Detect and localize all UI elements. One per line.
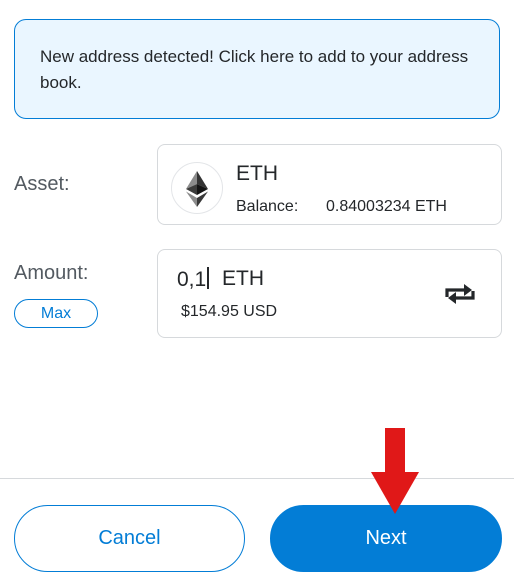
- amount-unit: ETH: [222, 267, 264, 290]
- down-arrow-annotation-icon: [371, 428, 419, 514]
- new-address-notice[interactable]: New address detected! Click here to add …: [14, 19, 500, 119]
- asset-selector[interactable]: ETH Balance: 0.84003234 ETH: [157, 144, 502, 225]
- cancel-button[interactable]: Cancel: [14, 505, 245, 572]
- asset-balance-value: 0.84003234 ETH: [326, 198, 447, 215]
- send-screen: New address detected! Click here to add …: [0, 0, 514, 586]
- max-button[interactable]: Max: [14, 299, 98, 328]
- new-address-notice-text: New address detected! Click here to add …: [40, 47, 469, 92]
- amount-input[interactable]: 0,1: [177, 267, 209, 292]
- asset-balance-label: Balance:: [236, 198, 299, 215]
- footer-divider: [0, 478, 514, 479]
- next-button[interactable]: Next: [270, 505, 502, 572]
- asset-symbol: ETH: [236, 162, 278, 185]
- amount-fiat-value: $154.95 USD: [181, 303, 278, 320]
- amount-label: Amount:: [14, 262, 89, 284]
- text-caret: [207, 267, 209, 289]
- asset-label: Asset:: [14, 173, 70, 195]
- swap-arrows-icon[interactable]: [442, 280, 478, 308]
- ethereum-logo-icon: [171, 162, 223, 214]
- amount-value: 0,1: [177, 268, 207, 291]
- amount-field[interactable]: 0,1 ETH $154.95 USD: [157, 249, 502, 338]
